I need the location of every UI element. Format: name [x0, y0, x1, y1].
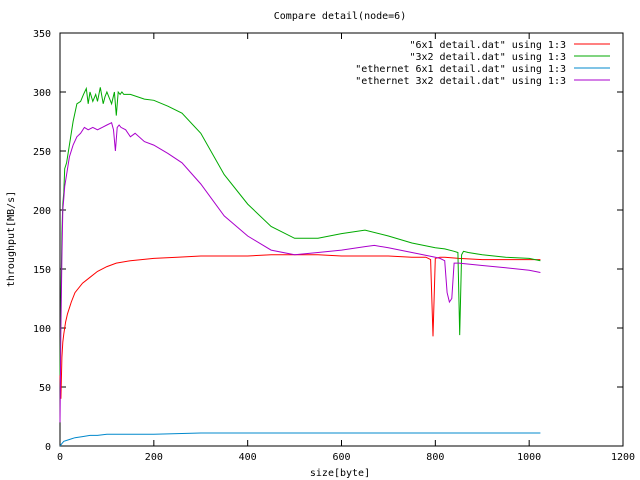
legend-label-2: "3x2 detail.dat" using 1:3 [409, 52, 566, 63]
y-tick-label: 150 [33, 265, 51, 276]
x-tick-label: 0 [57, 452, 63, 463]
chart: Compare detail(node=6) size[byte] throug… [6, 11, 635, 479]
y-tick-label: 300 [33, 88, 51, 99]
y-tick-label: 0 [45, 442, 51, 453]
chart-title: Compare detail(node=6) [274, 11, 406, 22]
x-tick-label: 200 [145, 452, 163, 463]
legend-label-3: "ethernet 6x1 detail.dat" using 1:3 [355, 64, 566, 75]
x-tick-label: 1000 [517, 452, 541, 463]
x-tick-label: 600 [332, 452, 350, 463]
legend-label-4: "ethernet 3x2 detail.dat" using 1:3 [355, 76, 566, 87]
series-line-3 [59, 432, 541, 447]
y-tick-label: 200 [33, 206, 51, 217]
y-tick-label: 100 [33, 324, 51, 335]
y-tick-label: 250 [33, 147, 51, 158]
legend-label-1: "6x1 detail.dat" using 1:3 [409, 40, 566, 51]
series-line-2 [59, 86, 541, 376]
series-lines [59, 86, 541, 447]
plot-frame [59, 32, 624, 447]
legend: "6x1 detail.dat" using 1:3"3x2 detail.da… [355, 40, 610, 87]
y-tick-label: 350 [33, 29, 51, 40]
series-line-4 [59, 121, 541, 423]
x-tick-label: 1200 [611, 452, 635, 463]
x-tick-label: 400 [239, 452, 257, 463]
x-axis-label: size[byte] [310, 468, 370, 479]
series-line-1 [59, 254, 541, 399]
y-axis-label: throughput[MB/s] [6, 191, 17, 287]
x-axis-ticks: 0 200 400 600 800 1000 1200 [57, 33, 635, 463]
x-tick-label: 800 [426, 452, 444, 463]
y-tick-label: 50 [39, 383, 51, 394]
